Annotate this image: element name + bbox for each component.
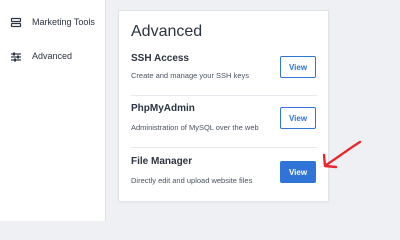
- section-title: PhpMyAdmin: [131, 103, 195, 114]
- divider: [131, 95, 317, 96]
- phpmyadmin-view-button[interactable]: View: [280, 107, 316, 129]
- file-manager-view-button[interactable]: View: [280, 161, 316, 183]
- section-description: Directly edit and upload website files: [131, 176, 253, 185]
- stack-icon: [10, 16, 22, 28]
- sidebar-item-marketing-tools[interactable]: Marketing Tools: [0, 11, 105, 33]
- panel-title: Advanced: [131, 23, 203, 40]
- section-title: SSH Access: [131, 53, 189, 64]
- section-title: File Manager: [131, 156, 193, 167]
- sidebar-item-label: Advanced: [32, 51, 73, 61]
- red-arrow-annotation-icon: [322, 140, 362, 169]
- section-description: Administration of MySQL over the web: [131, 123, 259, 132]
- divider: [131, 147, 317, 148]
- sidebar: Marketing Tools Advanced: [0, 0, 106, 221]
- ssh-access-view-button[interactable]: View: [280, 56, 316, 78]
- sliders-icon: [10, 50, 22, 62]
- advanced-panel: Advanced SSH Access Create and manage yo…: [118, 10, 329, 202]
- sidebar-item-advanced[interactable]: Advanced: [0, 45, 105, 67]
- sidebar-item-label: Marketing Tools: [32, 17, 95, 27]
- section-description: Create and manage your SSH keys: [131, 71, 249, 80]
